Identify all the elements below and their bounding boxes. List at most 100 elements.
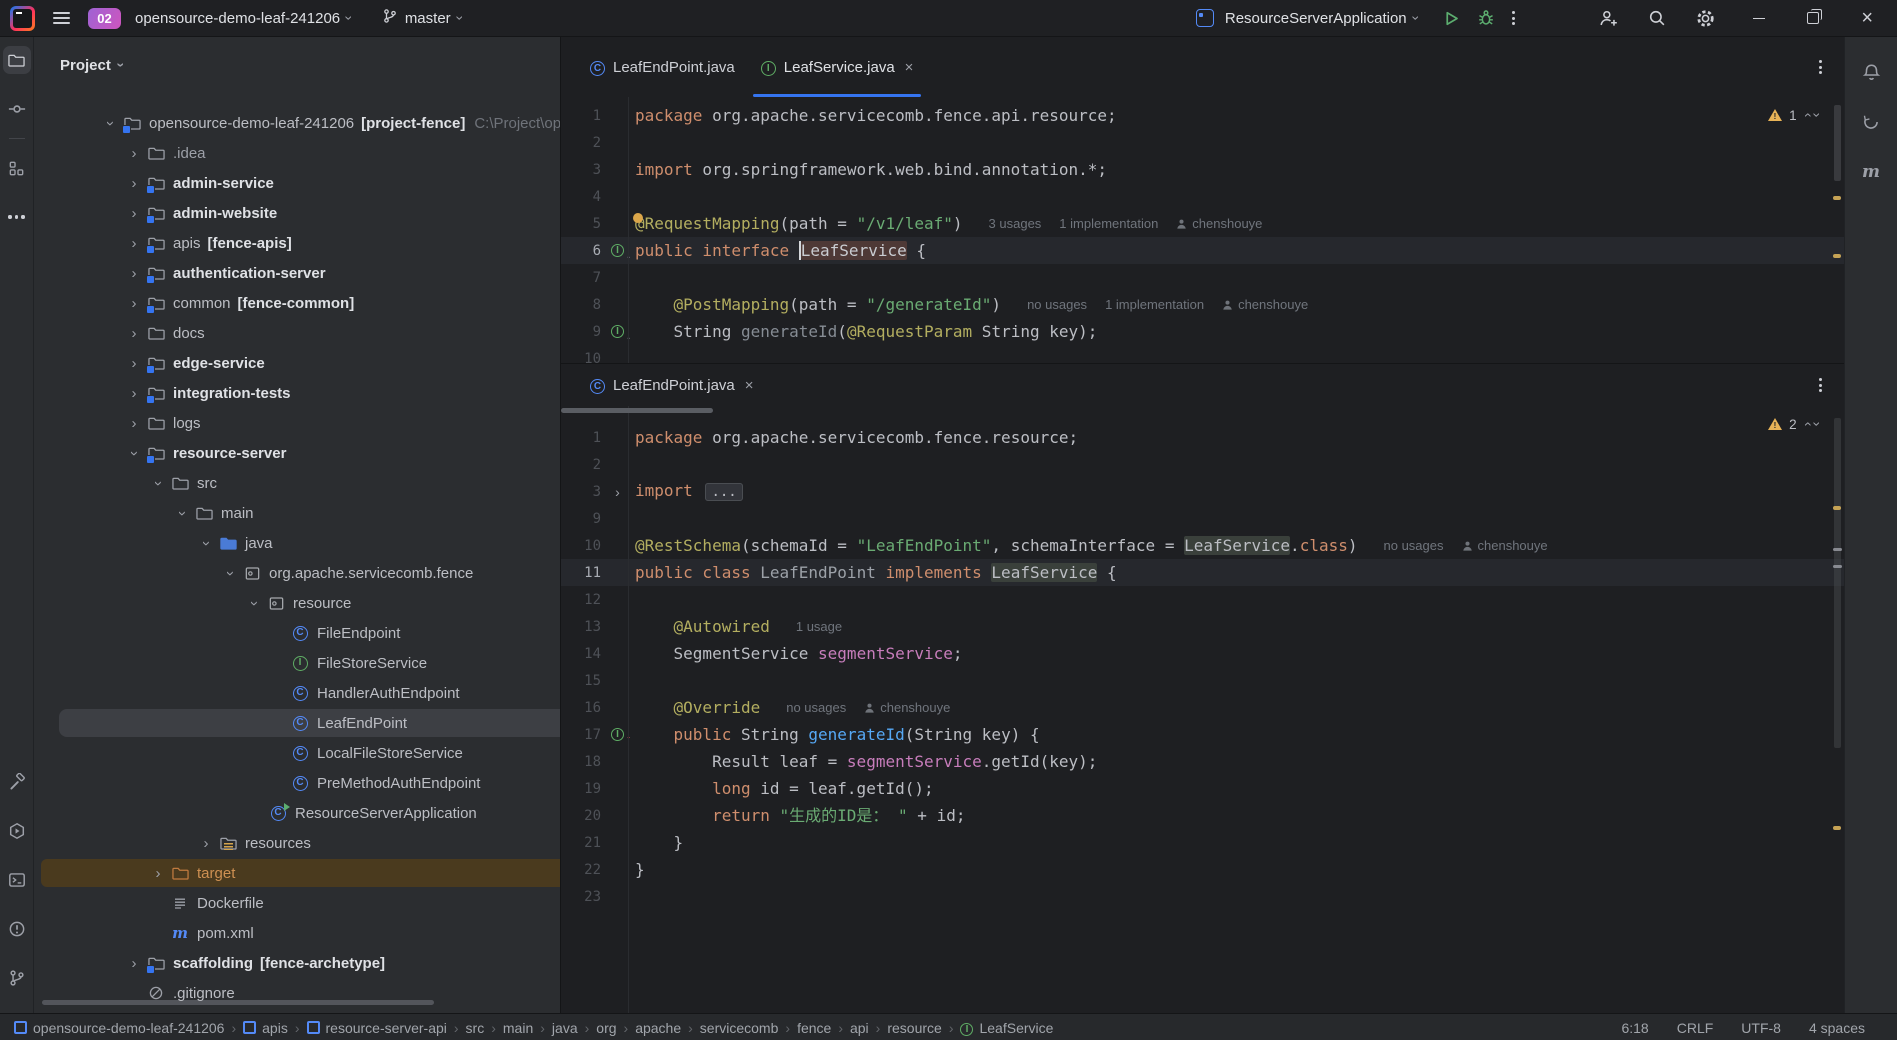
tree-item-resource[interactable]: ›resource [34, 588, 560, 618]
code-line-6[interactable]: 6I↓public interface LeafService { [561, 237, 1844, 264]
toolwindow-problems-icon[interactable] [3, 915, 31, 943]
code-line-1[interactable]: 1package org.apache.servicecomb.fence.ap… [561, 102, 1844, 129]
intention-bulb-icon[interactable] [633, 213, 643, 223]
tree-chevron-icon[interactable]: › [122, 385, 146, 402]
tree-chevron-icon[interactable]: › [122, 955, 146, 972]
code-vision-hint[interactable]: no usages1 implementationchenshouye [1027, 297, 1308, 312]
tree-chevron-icon[interactable]: › [122, 355, 146, 372]
code-line-7[interactable]: 7 [561, 264, 1844, 291]
tree-item-logs[interactable]: ›logs [34, 408, 560, 438]
run-config-selector[interactable]: ResourceServerApplication › [1223, 6, 1420, 31]
tree-chevron-icon[interactable]: › [122, 445, 146, 462]
code-line-9[interactable]: 9 [561, 505, 1844, 532]
code-vision-hint[interactable]: no usageschenshouye [1384, 538, 1548, 553]
code-line-10[interactable]: 10 [561, 345, 1844, 363]
tab-close-icon[interactable]: × [905, 59, 914, 76]
toolwindow-version-control-icon[interactable] [3, 964, 31, 992]
tree-chevron-icon[interactable]: › [194, 835, 218, 852]
editor-scrollbar[interactable] [1834, 105, 1841, 181]
tree-chevron-icon[interactable]: › [122, 235, 146, 252]
run-button[interactable] [1439, 6, 1464, 31]
code-line-22[interactable]: 22} [561, 856, 1844, 883]
tree-chevron-icon[interactable]: › [98, 115, 122, 132]
tree-chevron-icon[interactable]: › [146, 475, 170, 492]
tree-chevron-icon[interactable]: › [122, 325, 146, 342]
close-button[interactable]: × [1857, 4, 1877, 32]
code-line-11[interactable]: 11public class LeafEndPoint implements L… [561, 559, 1844, 586]
tree-item-main[interactable]: ›main [34, 498, 560, 528]
tree-item-java[interactable]: ›java [34, 528, 560, 558]
tree-item-common[interactable]: ›common[fence-common] [34, 288, 560, 318]
code-line-18[interactable]: 18 Result leaf = segmentService.getId(ke… [561, 748, 1844, 775]
horizontal-scrollbar[interactable] [561, 408, 713, 413]
implemented-gutter-icon[interactable]: I↓ [607, 244, 628, 257]
code-line-3[interactable]: 3›import ... [561, 478, 1844, 505]
next-problem-icon[interactable]: › [1810, 113, 1826, 118]
tree-item-localfilestoreservice[interactable]: CLocalFileStoreService [34, 738, 560, 768]
code-line-13[interactable]: 13 @Autowired1 usage [561, 613, 1844, 640]
tree-chevron-icon[interactable]: › [170, 505, 194, 522]
tree-item-premethodauthendpoint[interactable]: CPreMethodAuthEndpoint [34, 768, 560, 798]
run-more-icon[interactable] [1508, 7, 1519, 29]
overrides-gutter-icon[interactable]: I↑ [607, 728, 628, 741]
breadcrumb-item-leafservice[interactable]: ILeafService [960, 1019, 1053, 1037]
tree-item-target[interactable]: ›target [34, 858, 560, 888]
toolwindow-notifications-icon[interactable] [1856, 57, 1886, 87]
editor-tab-leafendpoint-java[interactable]: CLeafEndPoint.java [577, 37, 748, 97]
code-author-hint[interactable]: chenshouye [1176, 216, 1262, 231]
tree-item-pom-xml[interactable]: mpom.xml [34, 918, 560, 948]
code-line-4[interactable]: 4 [561, 183, 1844, 210]
tab-close-icon[interactable]: × [745, 377, 754, 394]
tree-item-leafendpoint[interactable]: CLeafEndPoint [34, 708, 560, 738]
breadcrumb-item-servicecomb[interactable]: servicecomb [700, 1020, 779, 1036]
editor-scrollbar[interactable] [1834, 418, 1841, 748]
code-line-23[interactable]: 23 [561, 883, 1844, 910]
tree-item-fileendpoint[interactable]: CFileEndpoint [34, 618, 560, 648]
add-user-icon[interactable] [1595, 5, 1622, 32]
tree-item-apis[interactable]: ›apis[fence-apis] [34, 228, 560, 258]
tree-chevron-icon[interactable]: › [218, 565, 242, 582]
code-vision-hint[interactable]: 3 usages1 implementationchenshouye [989, 216, 1263, 231]
code-line-20[interactable]: 20 return "生成的ID是： " + id; [561, 802, 1844, 829]
breadcrumb-item-main[interactable]: main [503, 1020, 533, 1036]
tree-item-resources[interactable]: ›resources [34, 828, 560, 858]
tree-item-opensource-demo-leaf-241206[interactable]: ›opensource-demo-leaf-241206[project-fen… [34, 108, 560, 138]
code-line-1[interactable]: 1package org.apache.servicecomb.fence.re… [561, 424, 1844, 451]
tree-chevron-icon[interactable]: › [122, 265, 146, 282]
code-author-hint[interactable]: chenshouye [864, 700, 950, 715]
toolwindow-project-icon[interactable] [3, 46, 31, 74]
statusbar-caret-position[interactable]: 6:18 [1621, 1020, 1648, 1036]
project-panel-header[interactable]: Project › [34, 37, 560, 93]
next-problem-icon[interactable]: › [1810, 422, 1826, 427]
breadcrumb-item-fence[interactable]: fence [797, 1020, 831, 1036]
breadcrumb-item-resource-server-api[interactable]: resource-server-api [307, 1020, 447, 1036]
debug-button[interactable] [1473, 5, 1499, 31]
tree-chevron-icon[interactable]: › [122, 175, 146, 192]
tree-item-dockerfile[interactable]: Dockerfile [34, 888, 560, 918]
tree-item-admin-website[interactable]: ›admin-website [34, 198, 560, 228]
toolwindow-updates-icon[interactable] [1856, 107, 1886, 137]
statusbar-encoding[interactable]: UTF-8 [1741, 1020, 1781, 1036]
toolwindow-maven-icon[interactable]: m [1856, 157, 1886, 187]
branch-selector[interactable]: master › [376, 4, 469, 32]
code-line-15[interactable]: 15 [561, 667, 1844, 694]
code-line-21[interactable]: 21 } [561, 829, 1844, 856]
breadcrumb-item-api[interactable]: api [850, 1020, 869, 1036]
tab-options-icon[interactable] [1815, 374, 1826, 396]
breadcrumb-item-resource[interactable]: resource [887, 1020, 941, 1036]
tree-item-filestoreservice[interactable]: IFileStoreService [34, 648, 560, 678]
editor-bottom[interactable]: ! 2 › › 1package org.apache.servicecomb.… [561, 406, 1844, 1013]
main-menu-icon[interactable] [47, 6, 76, 30]
code-line-8[interactable]: 8 @PostMapping(path = "/generateId")no u… [561, 291, 1844, 318]
inspections-widget[interactable]: ! 2 › › [1768, 416, 1820, 432]
tree-item-resourceserverapplication[interactable]: CResourceServerApplication [34, 798, 560, 828]
tree-item-docs[interactable]: ›docs [34, 318, 560, 348]
inspections-widget[interactable]: ! 1 › › [1768, 107, 1820, 123]
breadcrumb-item-apache[interactable]: apache [635, 1020, 681, 1036]
tree-chevron-icon[interactable]: › [122, 295, 146, 312]
code-author-hint[interactable]: chenshouye [1222, 297, 1308, 312]
tree-chevron-icon[interactable]: › [122, 145, 146, 162]
code-line-5[interactable]: 5@RequestMapping(path = "/v1/leaf")3 usa… [561, 210, 1844, 237]
tree-item-idea[interactable]: ›.idea [34, 138, 560, 168]
settings-gear-icon[interactable] [1692, 5, 1719, 32]
